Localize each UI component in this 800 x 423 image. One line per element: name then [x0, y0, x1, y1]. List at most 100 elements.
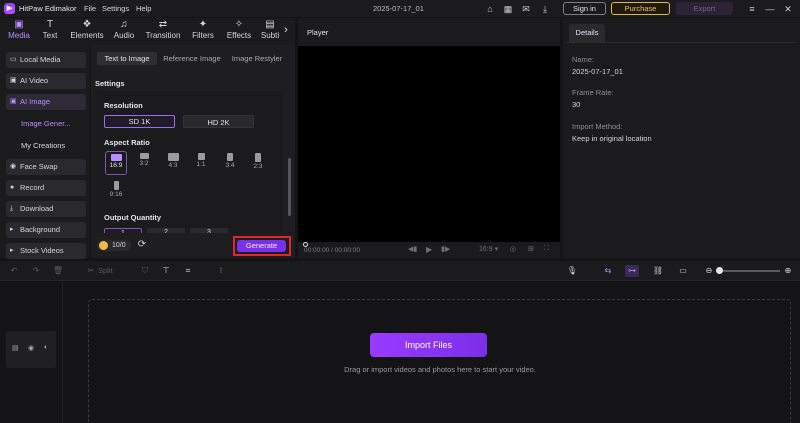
resolution-sd-button[interactable]: SD 1K — [104, 115, 175, 128]
app-name: HitPaw Edimakor — [19, 4, 77, 13]
sidebar-item-record[interactable]: ● Record — [6, 180, 86, 196]
sidebar-item-download[interactable]: ⤓ Download — [6, 201, 86, 217]
sidebar-item-background[interactable]: ▸ Background — [6, 222, 86, 238]
fullscreen-icon[interactable]: ⛶ — [544, 245, 549, 253]
undo-icon[interactable]: ↶ — [8, 265, 20, 277]
ai-image-icon: ▣ — [10, 98, 17, 105]
menu-file[interactable]: File — [84, 4, 96, 13]
caption-icon[interactable]: ▭ — [676, 265, 690, 277]
tab-filters[interactable]: ✦ Filters — [186, 18, 220, 45]
snapshot-icon[interactable]: ◎ — [510, 245, 516, 253]
timeline-toolbar: ↶ ↷ 🗑 ✂ Split ⛉ ⊤ ⌗ ⇪ 🎙 ⇆ ⊶ ⛓ ▭ ⊖ ⊕ — [0, 261, 800, 281]
ratio-16-9-shape — [110, 154, 122, 161]
track-audio-icon[interactable]: ◐ — [44, 344, 48, 351]
ratio-label: 3:2 — [139, 160, 149, 167]
ratio-label: 4:3 — [168, 162, 178, 169]
sign-in-button[interactable]: Sign in — [563, 2, 606, 15]
coin-icon — [99, 241, 108, 250]
output-quantity-heading: Output Quantity — [104, 213, 162, 222]
refresh-icon[interactable]: ⟳ — [136, 239, 148, 251]
text-box-icon[interactable]: ⊤ — [160, 265, 172, 277]
link-icon[interactable]: ⊶ — [625, 265, 639, 277]
crop-icon[interactable]: ⌗ — [182, 265, 194, 277]
menu-icon[interactable]: ≡ — [746, 3, 758, 15]
ratio-2-3[interactable]: 2:3 — [247, 151, 269, 175]
name-label: Name: — [572, 55, 595, 64]
ratio-3-2-shape — [139, 153, 149, 159]
zoom-slider-track — [720, 270, 780, 272]
face-swap-icon: ◉ — [10, 163, 17, 170]
menu-settings[interactable]: Settings — [102, 4, 129, 13]
ratio-9-16[interactable]: 9:16 — [105, 179, 127, 203]
resolution-hd-button[interactable]: HD 2K — [183, 115, 254, 128]
ratio-4-3[interactable]: 4:3 — [162, 151, 184, 175]
ratio-16-9[interactable]: 16:9 — [105, 151, 127, 175]
grid-icon[interactable]: ▦ — [502, 3, 514, 15]
chain-icon[interactable]: ⛓ — [651, 265, 665, 277]
sidebar-item-label: AI Video — [20, 76, 49, 85]
zoom-slider[interactable] — [716, 267, 723, 274]
play-icon[interactable]: ▶ — [426, 245, 432, 254]
tab-effects[interactable]: ✧ Effects — [221, 18, 257, 45]
fit-icon[interactable]: ⊞ — [528, 245, 534, 253]
sidebar-subitem-my-creations[interactable]: My Creations — [21, 141, 65, 150]
audio-icon: ♫ — [120, 19, 128, 30]
tab-reference-image[interactable]: Reference Image — [160, 52, 224, 65]
zoom-out-icon[interactable]: ⊖ — [703, 265, 715, 277]
sidebar-item-stock-videos[interactable]: ▸ Stock Videos — [6, 243, 86, 259]
settings-scrollbar[interactable] — [288, 158, 291, 216]
prev-frame-icon[interactable]: ◀▮ — [408, 245, 417, 253]
delete-icon[interactable]: 🗑 — [52, 265, 64, 277]
tab-filters-label: Filters — [192, 31, 214, 40]
import-method-value: Keep in original location — [572, 134, 652, 143]
settings-box: Resolution SD 1K HD 2K Aspect Ratio 16:9… — [95, 91, 283, 236]
tab-audio[interactable]: ♫ Audio — [107, 18, 141, 45]
text-to-image-panel: Text to Image Reference Image Image Rest… — [91, 45, 295, 258]
snap-icon[interactable]: ⇆ — [601, 265, 615, 277]
import-files-button[interactable]: Import Files — [370, 333, 487, 357]
tab-subtitles[interactable]: ▤ Subti — [258, 18, 282, 45]
tabs-scroll-right-icon[interactable]: › — [280, 24, 292, 38]
sidebar-item-face-swap[interactable]: ◉ Face Swap — [6, 159, 86, 175]
sidebar-subitem-image-generator[interactable]: Image Gener... — [21, 119, 71, 128]
shield-icon[interactable]: ⛉ — [139, 265, 151, 277]
track-visibility-icon[interactable]: ◉ — [28, 344, 34, 352]
tab-elements[interactable]: ❖ Elements — [68, 18, 106, 45]
ratio-1-1[interactable]: 1:1 — [190, 151, 212, 175]
mail-icon[interactable]: ✉ — [520, 3, 532, 15]
microphone-icon[interactable]: 🎙 — [566, 265, 578, 277]
menu-help[interactable]: Help — [136, 4, 151, 13]
tab-media[interactable]: ▣ Media — [2, 18, 36, 45]
player-preview[interactable] — [298, 46, 560, 242]
sidebar-item-local-media[interactable]: ▭ Local Media — [6, 52, 86, 68]
ratio-3-4[interactable]: 3:4 — [219, 151, 241, 175]
ratio-3-2[interactable]: 3:2 — [133, 151, 155, 175]
close-icon[interactable]: ✕ — [782, 3, 794, 15]
minimize-icon[interactable]: — — [764, 3, 776, 15]
sidebar-item-label: Local Media — [20, 55, 61, 64]
zoom-in-icon[interactable]: ⊕ — [782, 265, 794, 277]
tab-text[interactable]: T Text — [33, 18, 67, 45]
scissors-icon[interactable]: ✂ — [85, 265, 97, 277]
export-button[interactable]: Export — [676, 2, 733, 15]
redo-icon[interactable]: ↷ — [30, 265, 42, 277]
track-lock-icon[interactable]: ▤ — [12, 344, 19, 352]
next-frame-icon[interactable]: ▮▶ — [441, 245, 450, 253]
export-label: Export — [693, 4, 716, 13]
ratio-3-4-shape — [227, 153, 233, 161]
tab-image-restyler[interactable]: Image Restyler — [227, 52, 287, 65]
tab-text-to-image[interactable]: Text to Image — [97, 52, 157, 65]
aspect-ratio-select[interactable]: 16:9 ▾ — [479, 245, 498, 253]
sidebar-item-ai-video[interactable]: ▣ AI Video — [6, 73, 86, 89]
sidebar-item-ai-image[interactable]: ▣ AI Image — [6, 94, 86, 110]
purchase-button[interactable]: Purchase — [611, 2, 670, 15]
download-icon[interactable]: ⤓ — [539, 3, 551, 15]
tab-details[interactable]: Details — [569, 24, 605, 42]
export-frame-icon[interactable]: ⇪ — [215, 265, 227, 277]
generate-button[interactable]: Generate — [237, 240, 286, 252]
player-timecode: 00:00:00 / 00:00:00 — [304, 247, 361, 254]
media-icon: ▣ — [14, 19, 24, 30]
tab-transition[interactable]: ⇄ Transition — [143, 18, 183, 45]
gift-icon[interactable]: ⌂ — [484, 3, 496, 15]
media-drop-zone[interactable] — [88, 299, 791, 423]
